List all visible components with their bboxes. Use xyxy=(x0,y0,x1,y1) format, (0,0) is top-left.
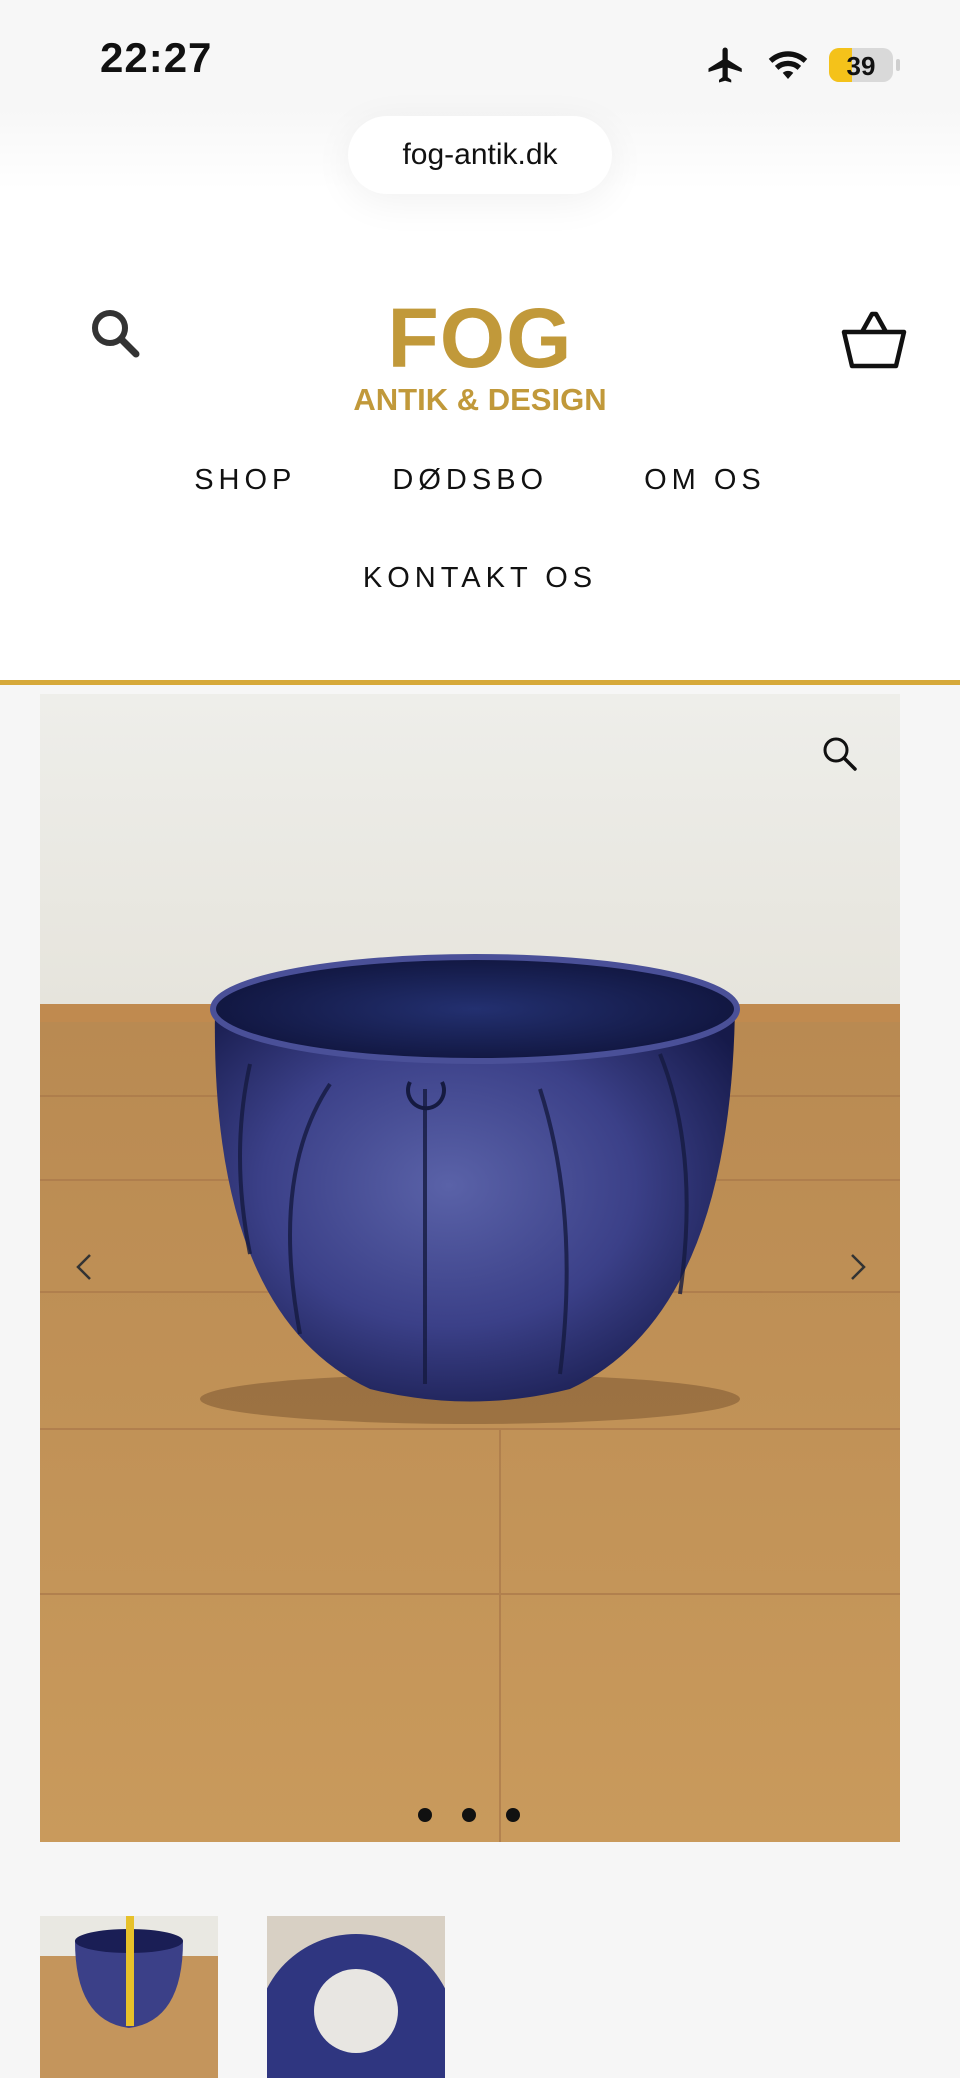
thumbnail-1-image xyxy=(40,1916,218,2078)
site-header xyxy=(0,190,960,680)
basket-button[interactable] xyxy=(840,310,908,370)
zoom-button[interactable] xyxy=(820,734,860,774)
main-nav: SHOP DØDSBO OM OS xyxy=(0,464,960,497)
thumbnail-1[interactable] xyxy=(40,1916,218,2078)
gallery-dot-2[interactable] xyxy=(462,1808,476,1822)
battery-level: 39 xyxy=(846,51,876,81)
gallery-next-button[interactable] xyxy=(842,1252,872,1282)
zoom-icon xyxy=(823,737,857,771)
logo-title: FOG xyxy=(387,291,573,385)
search-button[interactable] xyxy=(88,306,144,362)
logo-subtitle: ANTIK & DESIGN xyxy=(353,382,607,417)
gallery-dot-1[interactable] xyxy=(418,1808,432,1822)
search-icon xyxy=(92,310,140,358)
status-time: 22:27 xyxy=(100,34,213,81)
gallery-pagination xyxy=(418,1808,520,1822)
url-bar[interactable]: fog-antik.dk xyxy=(348,116,612,194)
site-logo[interactable]: FOG ANTIK & DESIGN xyxy=(330,296,630,418)
main-nav-row-2: KONTAKT OS xyxy=(0,562,960,595)
status-icons: 39 xyxy=(705,40,900,90)
airplane-icon xyxy=(708,47,742,83)
status-bar: 22:27 39 xyxy=(0,0,960,110)
gallery-prev-button[interactable] xyxy=(70,1252,100,1282)
product-image[interactable] xyxy=(40,694,900,1842)
nav-item-kontakt-os[interactable]: KONTAKT OS xyxy=(363,562,597,594)
gallery-dot-3[interactable] xyxy=(506,1808,520,1822)
basket-icon xyxy=(841,311,907,369)
battery-tip xyxy=(896,59,900,71)
product-photo xyxy=(40,694,900,1842)
battery-indicator: 39 xyxy=(829,48,893,82)
wifi-icon xyxy=(768,51,808,79)
nav-item-dodsbo[interactable]: DØDSBO xyxy=(392,464,548,497)
nav-item-om-os[interactable]: OM OS xyxy=(644,464,766,497)
chevron-right-icon xyxy=(851,1254,866,1280)
chevron-left-icon xyxy=(76,1254,91,1280)
nav-item-shop[interactable]: SHOP xyxy=(194,464,296,497)
thumbnail-2-image xyxy=(267,1916,445,2078)
header-divider xyxy=(0,680,960,685)
thumbnail-2[interactable] xyxy=(267,1916,445,2078)
